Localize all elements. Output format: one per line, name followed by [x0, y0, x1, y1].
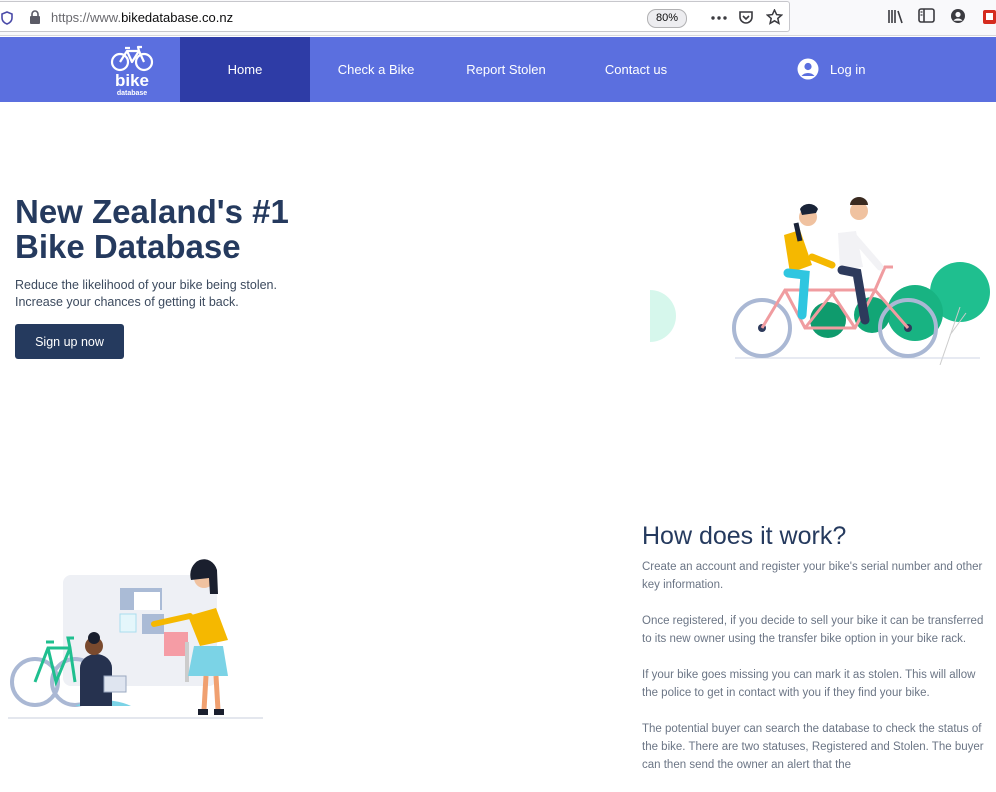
register-bike-illustration — [8, 559, 263, 719]
how-paragraph-1: Create an account and register your bike… — [642, 561, 983, 591]
how-it-works-body: Create an account and register your bike… — [642, 558, 990, 792]
user-icon — [797, 58, 819, 80]
library-icon[interactable] — [887, 9, 904, 24]
hero-subtitle: Reduce the likelihood of your bike being… — [15, 277, 315, 311]
extension-icon[interactable] — [982, 7, 996, 25]
logo-subtitle: database — [116, 90, 148, 97]
hero-title-line-1: New Zealand's #1 — [15, 193, 289, 230]
url-host: bikedatabase.co.nz — [121, 10, 234, 25]
how-paragraph-2: Once registered, if you decide to sell y… — [642, 615, 984, 645]
hero-title: New Zealand's #1 Bike Database — [15, 194, 335, 264]
more-icon[interactable] — [711, 16, 727, 20]
site-logo[interactable]: bike database — [110, 42, 154, 98]
how-paragraph-4: The potential buyer can search the datab… — [642, 723, 984, 771]
how-it-works-title: How does it work? — [642, 522, 847, 550]
bicycle-logo-icon — [110, 45, 154, 72]
address-bar[interactable]: https://www.bikedatabase.co.nz 80% — [0, 1, 790, 32]
site-navbar: bike database Home Check a Bike Report S… — [0, 37, 996, 102]
logo-word: bike — [114, 71, 150, 90]
login-label: Log in — [830, 62, 866, 77]
lock-icon[interactable] — [29, 10, 41, 25]
url-text[interactable]: https://www.bikedatabase.co.nz — [51, 10, 233, 25]
star-icon[interactable] — [766, 9, 783, 25]
tandem-bike-illustration — [650, 197, 990, 365]
account-icon[interactable] — [950, 8, 966, 24]
nav-contact-us[interactable]: Contact us — [571, 37, 701, 102]
sidebar-icon[interactable] — [918, 8, 935, 23]
hero-title-line-2: Bike Database — [15, 228, 241, 265]
how-paragraph-3: If your bike goes missing you can mark i… — [642, 669, 976, 699]
pocket-icon[interactable] — [738, 10, 754, 25]
zoom-indicator[interactable]: 80% — [647, 9, 687, 28]
url-prefix: https://www. — [51, 10, 122, 25]
browser-toolbar: https://www.bikedatabase.co.nz 80% — [0, 0, 996, 36]
hero-subtitle-line-2: Increase your chances of getting it back… — [15, 295, 239, 309]
sign-up-button[interactable]: Sign up now — [15, 324, 124, 359]
nav-check-a-bike[interactable]: Check a Bike — [311, 37, 441, 102]
nav-report-stolen[interactable]: Report Stolen — [441, 37, 571, 102]
hero-subtitle-line-1: Reduce the likelihood of your bike being… — [15, 278, 277, 292]
shield-icon[interactable] — [1, 11, 13, 25]
nav-home[interactable]: Home — [180, 37, 310, 102]
